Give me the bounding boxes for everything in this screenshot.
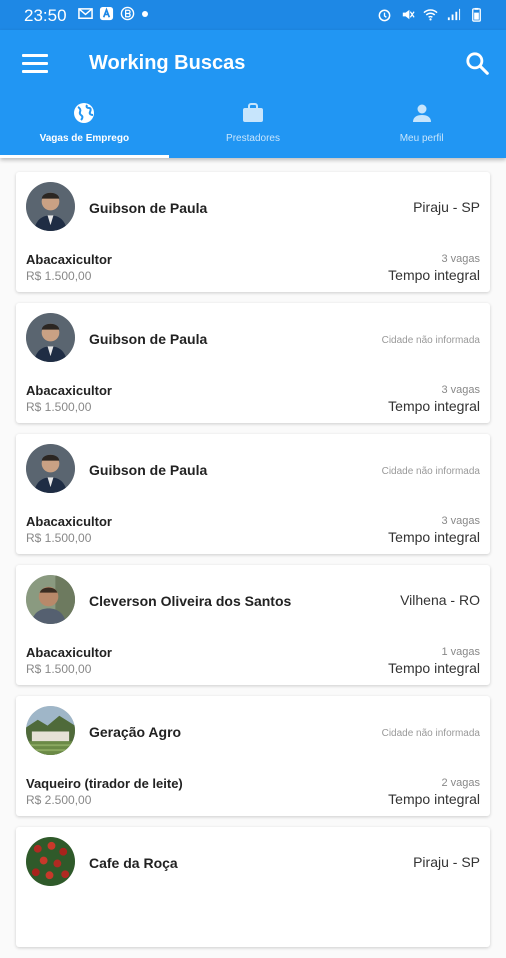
globe-icon — [74, 103, 95, 123]
avatar — [26, 444, 75, 493]
job-openings: 2 vagas — [441, 777, 480, 789]
system-icons — [377, 7, 484, 22]
tab-label: Prestadores — [226, 133, 280, 144]
job-openings: 3 vagas — [441, 384, 480, 396]
avatar — [26, 837, 75, 886]
job-card[interactable]: Cafe da Roça Piraju - SP — [16, 827, 490, 947]
avatar — [26, 706, 75, 755]
app-title: Working Buscas — [89, 52, 246, 74]
job-city: Cidade não informada — [381, 728, 480, 739]
dot-icon — [142, 10, 148, 17]
job-period: Tempo integral — [388, 660, 480, 676]
employer-name: Cafe da Roça — [89, 855, 178, 871]
briefcase-icon — [243, 103, 263, 122]
person-icon — [412, 104, 431, 122]
job-city: Piraju - SP — [413, 199, 480, 215]
job-title: Vaqueiro (tirador de leite) — [26, 776, 183, 791]
job-card[interactable]: Geração Agro Cidade não informada Vaquei… — [16, 696, 490, 816]
job-openings: 3 vagas — [441, 253, 480, 265]
battery-icon — [472, 7, 481, 22]
job-city: Cidade não informada — [381, 466, 480, 477]
avatar — [26, 575, 75, 624]
job-list: Guibson de Paula Piraju - SP Abacaxicult… — [16, 172, 490, 958]
job-period: Tempo integral — [388, 791, 480, 807]
job-period: Tempo integral — [388, 398, 480, 414]
job-title: Abacaxicultor — [26, 514, 112, 529]
employer-name: Guibson de Paula — [89, 462, 208, 478]
job-card[interactable]: Guibson de Paula Piraju - SP Abacaxicult… — [16, 172, 490, 292]
notification-icons — [78, 6, 149, 21]
job-city: Vilhena - RO — [400, 592, 480, 608]
job-salary: R$ 1.500,00 — [26, 269, 92, 283]
job-title: Abacaxicultor — [26, 383, 112, 398]
job-card[interactable]: Cleverson Oliveira dos Santos Vilhena - … — [16, 565, 490, 685]
app-bar: Working Buscas Vagas de Emprego Prestado… — [0, 30, 506, 158]
signal-icon — [447, 8, 461, 21]
a-app-icon — [99, 6, 114, 21]
job-openings: 1 vagas — [441, 646, 480, 658]
menu-icon — [22, 54, 48, 57]
tab-bar: Vagas de Emprego Prestadores Meu perfil — [0, 96, 506, 158]
job-salary: R$ 1.500,00 — [26, 400, 92, 414]
job-city: Cidade não informada — [381, 335, 480, 346]
status-time: 23:50 — [24, 6, 67, 25]
search-icon[interactable] — [464, 50, 490, 76]
job-period: Tempo integral — [388, 529, 480, 545]
gmail-icon — [78, 8, 93, 19]
employer-name: Geração Agro — [89, 724, 182, 740]
tab-prestadores[interactable]: Prestadores — [169, 96, 338, 158]
job-salary: R$ 2.500,00 — [26, 793, 92, 807]
mute-icon — [402, 9, 415, 20]
job-card[interactable]: Guibson de Paula Cidade não informada Ab… — [16, 434, 490, 554]
employer-name: Guibson de Paula — [89, 331, 208, 347]
menu-button[interactable] — [22, 54, 48, 76]
job-title: Abacaxicultor — [26, 252, 112, 267]
job-card[interactable]: Guibson de Paula Cidade não informada Ab… — [16, 303, 490, 423]
employer-name: Cleverson Oliveira dos Santos — [89, 593, 292, 609]
job-openings: 3 vagas — [441, 515, 480, 527]
tab-label: Vagas de Emprego — [39, 133, 130, 144]
tab-vagas-de-emprego[interactable]: Vagas de Emprego — [0, 96, 169, 158]
job-city: Piraju - SP — [413, 854, 480, 870]
job-salary: R$ 1.500,00 — [26, 531, 92, 545]
status-bar: 23:50 — [0, 0, 506, 30]
avatar — [26, 313, 75, 362]
tab-meu-perfil[interactable]: Meu perfil — [337, 96, 506, 158]
wifi-icon — [423, 9, 438, 21]
tab-label: Meu perfil — [399, 133, 444, 144]
avatar — [26, 182, 75, 231]
employer-name: Guibson de Paula — [89, 200, 208, 216]
job-salary: R$ 1.500,00 — [26, 662, 92, 676]
b-app-icon — [120, 6, 135, 21]
job-title: Abacaxicultor — [26, 645, 112, 660]
job-period: Tempo integral — [388, 267, 480, 283]
alarm-icon — [378, 9, 391, 22]
